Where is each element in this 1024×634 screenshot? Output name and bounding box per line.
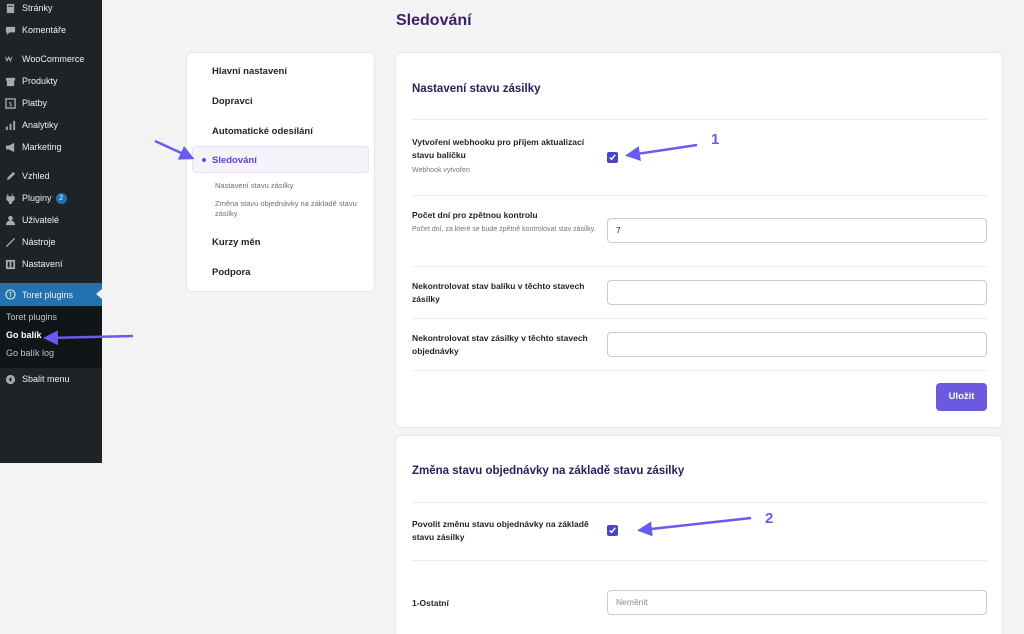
divider: [412, 195, 987, 196]
pages-icon: [5, 3, 16, 14]
sidebar-item-label: Marketing: [22, 142, 62, 152]
skip-package-states-label: Nekontrolovat stav balíku v těchto stave…: [412, 281, 585, 304]
days-input[interactable]: 7: [607, 218, 987, 243]
check-icon: [609, 527, 616, 534]
nav-link-carriers[interactable]: Dopravci: [212, 96, 253, 107]
days-description: Počet dní, za které se bude zpětně kontr…: [412, 226, 596, 233]
sidebar-item-woocommerce[interactable]: WooCommerce: [0, 48, 102, 70]
sidebar-item-label: Sbalit menu: [22, 374, 70, 384]
page-title: Sledování: [396, 12, 472, 29]
nav-sublink-order-status-change[interactable]: Změna stavu objednávky na základě stavu …: [215, 199, 365, 219]
payments-icon: $: [5, 97, 16, 109]
annotation-number: 2: [765, 510, 774, 527]
divider: [412, 119, 987, 120]
skip-order-states-label: Nekontrolovat stav zásilky v těchto stav…: [412, 333, 588, 356]
sidebar-item-comments[interactable]: Komentáře: [0, 19, 102, 41]
sidebar-item-marketing[interactable]: Marketing: [0, 136, 102, 158]
webhook-checkbox[interactable]: [607, 152, 618, 163]
sidebar-item-plugins[interactable]: Pluginy 2: [0, 187, 102, 209]
users-icon: [5, 215, 16, 226]
annotation-number: 1: [711, 131, 720, 148]
sidebar-item-pages[interactable]: Stránky: [0, 0, 102, 19]
other-status-label: 1-Ostatní: [412, 598, 449, 608]
arrow-to-tracking: [154, 139, 195, 160]
sidebar-item-label: Platby: [22, 98, 48, 108]
save-button[interactable]: Uložit: [936, 383, 987, 411]
days-label: Počet dní pro zpětnou kontrolu: [412, 210, 538, 220]
allow-change-checkbox[interactable]: [607, 525, 618, 536]
nav-link-tracking-label: Sledování: [212, 155, 257, 166]
sidebar-item-appearance[interactable]: Vzhled: [0, 165, 102, 187]
divider: [412, 560, 987, 561]
woocommerce-icon: [5, 54, 16, 65]
sidebar-item-label: Uživatelé: [22, 215, 60, 225]
section-title: Nastavení stavu zásilky: [412, 83, 541, 95]
sidebar-item-label: Produkty: [22, 76, 58, 86]
divider: [412, 502, 987, 503]
nav-link-tracking[interactable]: Sledování: [192, 146, 369, 173]
submenu-item-go-balik[interactable]: Go balík: [6, 330, 42, 340]
divider: [412, 370, 987, 371]
settings-nav: Hlavní nastavení Dopravci Automatické od…: [187, 53, 374, 291]
sidebar-item-users[interactable]: Uživatelé: [0, 209, 102, 231]
active-dot: [202, 158, 206, 162]
shipment-status-card: Nastavení stavu zásilky Vytvoření webhoo…: [396, 53, 1002, 427]
sidebar-item-label: Toret plugins: [22, 289, 74, 300]
sidebar-item-tools[interactable]: Nástroje: [0, 231, 102, 253]
submenu-item-toret-plugins[interactable]: Toret plugins: [6, 312, 57, 322]
sidebar-item-label: Stránky: [22, 3, 53, 13]
nav-link-support[interactable]: Podpora: [212, 267, 251, 278]
sidebar-item-payments[interactable]: $ Platby: [0, 92, 102, 114]
skip-order-states-select[interactable]: [607, 332, 987, 357]
submenu-item-go-balik-log[interactable]: Go balík log: [6, 348, 54, 358]
sidebar-item-label: Pluginy: [22, 193, 52, 203]
order-status-change-card: Změna stavu objednávky na základě stavu …: [396, 436, 1002, 634]
plugins-icon: [5, 193, 16, 204]
divider: [412, 266, 987, 267]
sidebar-item-label: Analytiky: [22, 120, 59, 130]
nav-sublink-shipment-status[interactable]: Nastavení stavu zásilky: [215, 181, 365, 191]
svg-text:T: T: [9, 293, 13, 299]
plugins-update-badge: 2: [55, 192, 67, 204]
nav-link-auto-send[interactable]: Automatické odesílání: [212, 126, 313, 137]
admin-sidebar: Stránky Komentáře WooCommerce Produkty $…: [0, 0, 102, 463]
analytics-icon: [5, 120, 16, 131]
other-status-select[interactable]: Neměnit: [607, 590, 987, 615]
megaphone-icon: [5, 142, 16, 153]
collapse-icon: [5, 374, 16, 385]
sidebar-item-products[interactable]: Produkty: [0, 70, 102, 92]
collapse-menu-button[interactable]: Sbalit menu: [0, 368, 102, 390]
webhook-status: Webhook vytvořen: [412, 167, 470, 174]
toret-icon: T: [5, 289, 16, 300]
settings-icon: [5, 259, 16, 270]
skip-package-states-select[interactable]: [607, 280, 987, 305]
webhook-label: Vytvoření webhooku pro příjem aktualizac…: [412, 137, 585, 160]
section-title: Změna stavu objednávky na základě stavu …: [412, 465, 685, 477]
divider: [412, 318, 987, 319]
sidebar-item-label: Vzhled: [22, 171, 50, 181]
sidebar-item-label: WooCommerce: [22, 54, 85, 64]
sidebar-item-toret-plugins[interactable]: T Toret plugins: [0, 283, 102, 306]
toret-submenu: Toret plugins Go balík Go balík log: [0, 306, 102, 368]
nav-link-exchange-rates[interactable]: Kurzy měn: [212, 237, 261, 248]
svg-text:$: $: [9, 101, 13, 108]
sidebar-item-settings[interactable]: Nastavení: [0, 253, 102, 275]
check-icon: [609, 154, 616, 161]
products-icon: [5, 76, 16, 87]
sidebar-item-label: Komentáře: [22, 25, 67, 35]
sidebar-item-label: Nástroje: [22, 237, 56, 247]
nav-link-main-settings[interactable]: Hlavní nastavení: [212, 66, 287, 77]
sidebar-item-analytics[interactable]: Analytiky: [0, 114, 102, 136]
appearance-icon: [5, 171, 16, 182]
sidebar-item-label: Nastavení: [22, 259, 63, 269]
comments-icon: [5, 25, 16, 36]
tools-icon: [5, 237, 16, 248]
allow-change-label: Povolit změnu stavu objednávky na základ…: [412, 519, 589, 542]
